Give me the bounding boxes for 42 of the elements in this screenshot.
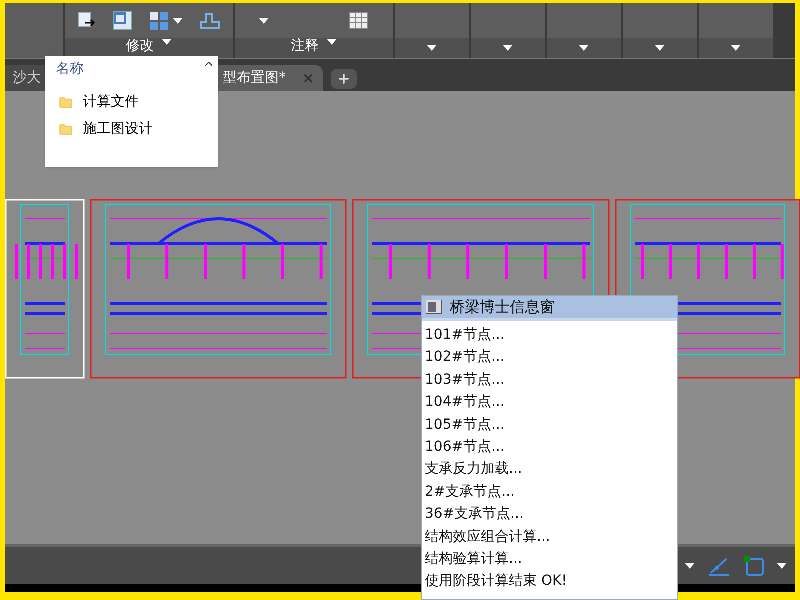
log-line: 102#节点...	[425, 348, 506, 368]
shape-outline-icon[interactable]	[199, 12, 221, 30]
log-line: 106#节点...	[425, 438, 506, 457]
square-snap-icon[interactable]	[743, 554, 765, 576]
log-line: 使用阶段计算结束 OK!	[425, 572, 568, 592]
window-icon[interactable]	[113, 10, 133, 30]
caret-icon[interactable]	[162, 39, 172, 45]
window-app-icon	[426, 300, 442, 314]
folder-item[interactable]: 施工图设计	[59, 119, 153, 140]
caret-icon[interactable]	[777, 562, 787, 568]
log-line: 103#节点...	[425, 370, 506, 390]
file-tab[interactable]: 型布置图*	[215, 65, 323, 91]
caret-icon[interactable]	[327, 39, 337, 45]
column-header: 名称	[56, 60, 84, 79]
log-line: 36#支承节点...	[425, 505, 525, 524]
log-line: 结构验算计算...	[425, 550, 524, 569]
log-line: 105#节点...	[425, 416, 506, 435]
grid-icon[interactable]	[149, 10, 169, 30]
log-line: 104#节点...	[425, 393, 506, 412]
caret-icon[interactable]	[579, 45, 589, 51]
caret-icon[interactable]	[655, 45, 665, 51]
copy-icon[interactable]	[77, 10, 97, 30]
add-icon	[337, 72, 351, 86]
folder-icon	[59, 122, 73, 136]
caret-icon[interactable]	[731, 45, 741, 51]
panel-label[interactable]: 注释	[291, 39, 319, 53]
caret-icon[interactable]	[427, 45, 437, 51]
new-tab-button[interactable]	[331, 69, 357, 89]
log-line: 支承反力加载...	[425, 460, 524, 480]
caret-icon[interactable]	[173, 18, 183, 24]
window-title: 桥梁博士信息窗	[450, 296, 555, 318]
folder-icon	[59, 96, 73, 110]
panel-label[interactable]: 修改	[126, 39, 154, 53]
caret-icon[interactable]	[685, 562, 695, 568]
caret-icon[interactable]	[503, 45, 513, 51]
log-line: 2#支承节点...	[425, 482, 516, 502]
log-line: 结构效应组合计算...	[425, 528, 552, 547]
ribbon-panel	[5, 3, 63, 58]
log-line: 101#节点...	[425, 326, 506, 345]
folder-item[interactable]: 计算文件	[59, 92, 153, 113]
caret-icon[interactable]	[259, 18, 269, 24]
table-icon[interactable]	[349, 12, 369, 30]
